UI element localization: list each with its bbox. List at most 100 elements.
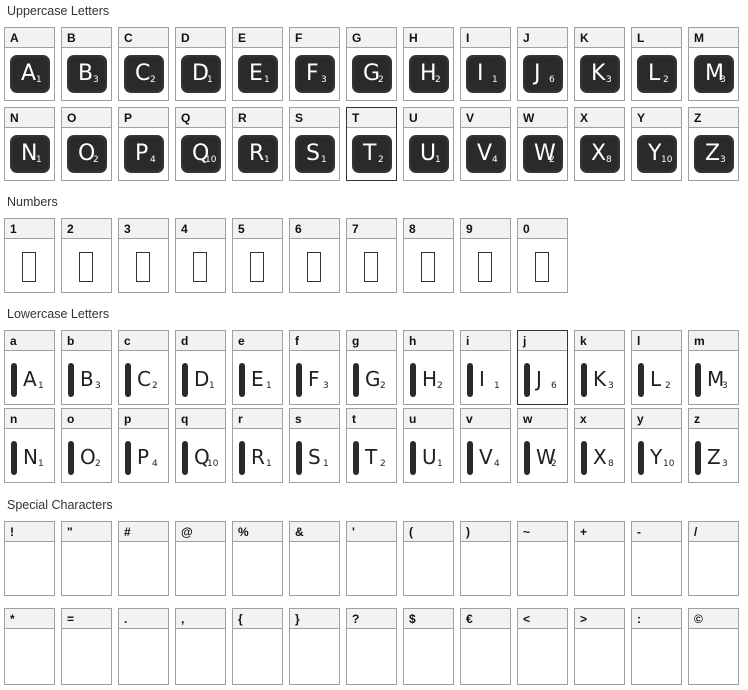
glyph-cell-upper-u: UU1 [403, 107, 454, 181]
worn-letter-glyph: N1 [11, 439, 51, 479]
glyph-cell-lower-y: y Y 10 [631, 408, 682, 483]
tile-edge-stroke [182, 363, 188, 397]
glyph-cell-lower-r: rR1 [232, 408, 283, 483]
tile-score: 6 [549, 75, 555, 85]
letter-tile: L2 [637, 55, 677, 93]
glyph-key-label: < [518, 609, 567, 629]
glyph-key-label: Y [632, 108, 681, 128]
glyph-key-label: q [176, 409, 225, 429]
glyph-cell-number-2: 2 [61, 218, 112, 293]
tile-score: 4 [492, 155, 498, 165]
glyph-cell-upper-g: G G2 [346, 27, 397, 101]
glyph-key-label: z [689, 409, 738, 429]
tile-score: 6 [551, 381, 557, 391]
glyph-key-label: @ [176, 522, 225, 542]
glyph-cell-lower-v: vV4 [460, 408, 511, 483]
glyph-key-label: f [290, 331, 339, 351]
letter-tile: A1 [10, 55, 50, 93]
glyph-key-label: 7 [347, 219, 396, 239]
tile-score: 2 [152, 381, 158, 391]
glyph-cell-upper-n: NN1 [4, 107, 55, 181]
tile-score: 8 [606, 155, 612, 165]
tile-letter: E [251, 367, 264, 391]
glyph-cell-special: } [289, 608, 340, 685]
tile-score: 2 [95, 459, 101, 469]
tile-edge-stroke [524, 363, 530, 397]
glyph-key-label: L [632, 28, 681, 48]
glyph-cell-upper-z: ZZ3 [688, 107, 739, 181]
glyph-cell-special: { [232, 608, 283, 685]
glyph-key-label: W [518, 108, 567, 128]
letter-tile: Z3 [694, 135, 734, 173]
tile-score: 4 [150, 155, 156, 165]
tile-letter: L [648, 61, 661, 86]
glyph-cell-upper-k: KK3 [574, 27, 625, 101]
glyph-cell-upper-x: XX8 [574, 107, 625, 181]
worn-letter-glyph: M3 [695, 361, 735, 401]
tile-letter: A [21, 61, 37, 86]
tile-score: 2 [663, 75, 669, 85]
tile-score: 10 [207, 459, 219, 469]
tile-edge-stroke [296, 363, 302, 397]
worn-letter-glyph: G2 [353, 361, 393, 401]
glyph-cell-lower-q: q Q 10 [175, 408, 226, 483]
tile-edge-stroke [125, 441, 131, 475]
section-title-special: Special Characters [7, 498, 113, 512]
tile-letter: K [591, 61, 606, 86]
glyph-cell-number-9: 9 [460, 218, 511, 293]
tile-letter: A [23, 367, 37, 391]
glyph-key-label: S [290, 108, 339, 128]
letter-tile: C2 [124, 55, 164, 93]
tile-score: 10 [661, 155, 673, 165]
tile-score: 4 [494, 459, 500, 469]
tile-letter: D [194, 367, 210, 391]
glyph-key-label: w [518, 409, 567, 429]
glyph-key-label: o [62, 409, 111, 429]
tile-edge-stroke [68, 441, 74, 475]
glyph-cell-special: ~ [517, 521, 568, 596]
tile-score: 1 [323, 459, 329, 469]
tile-letter: Z [705, 141, 721, 166]
glyph-cell-special: ( [403, 521, 454, 596]
tile-letter: X [593, 445, 607, 469]
glyph-key-label: N [5, 108, 54, 128]
glyph-cell-upper-l: LL2 [631, 27, 682, 101]
glyph-key-label: 9 [461, 219, 510, 239]
tile-letter: F [308, 367, 320, 391]
tile-score: 3 [606, 75, 612, 85]
missing-glyph-box [193, 252, 207, 282]
glyph-key-label: : [632, 609, 681, 629]
tile-letter: B [80, 367, 94, 391]
tile-score: 2 [378, 75, 384, 85]
glyph-cell-lower-i: iI1 [460, 330, 511, 405]
glyph-cell-upper-f: FF3 [289, 27, 340, 101]
glyph-cell-number-6: 6 [289, 218, 340, 293]
worn-letter-glyph: W2 [524, 439, 564, 479]
glyph-cell-lower-k: kK3 [574, 330, 625, 405]
tile-edge-stroke [11, 363, 17, 397]
letter-tile: H2 [409, 55, 449, 93]
glyph-key-label: M [689, 28, 738, 48]
glyph-key-label: n [5, 409, 54, 429]
glyph-cell-lower-s: sS1 [289, 408, 340, 483]
worn-letter-glyph: U1 [410, 439, 450, 479]
tile-letter: K [593, 367, 607, 391]
tile-letter: R [251, 445, 265, 469]
worn-letter-glyph: P4 [125, 439, 165, 479]
glyph-key-label: & [290, 522, 339, 542]
glyph-key-label: ( [404, 522, 453, 542]
glyph-key-label: Q [176, 108, 225, 128]
glyph-cell-special: ) [460, 521, 511, 596]
glyph-cell-number-4: 4 [175, 218, 226, 293]
glyph-cell-lower-x: xX8 [574, 408, 625, 483]
glyph-cell-upper-b: BB3 [61, 27, 112, 101]
glyph-cell-lower-f: fF3 [289, 330, 340, 405]
glyph-cell-upper-p: PP4 [118, 107, 169, 181]
letter-tile: T2 [352, 135, 392, 173]
tile-edge-stroke [467, 363, 473, 397]
tile-score: 1 [321, 155, 327, 165]
glyph-key-label: # [119, 522, 168, 542]
worn-letter-glyph: A1 [11, 361, 51, 401]
tile-letter: P [135, 141, 149, 166]
glyph-cell-upper-q: Q Q 10 [175, 107, 226, 181]
